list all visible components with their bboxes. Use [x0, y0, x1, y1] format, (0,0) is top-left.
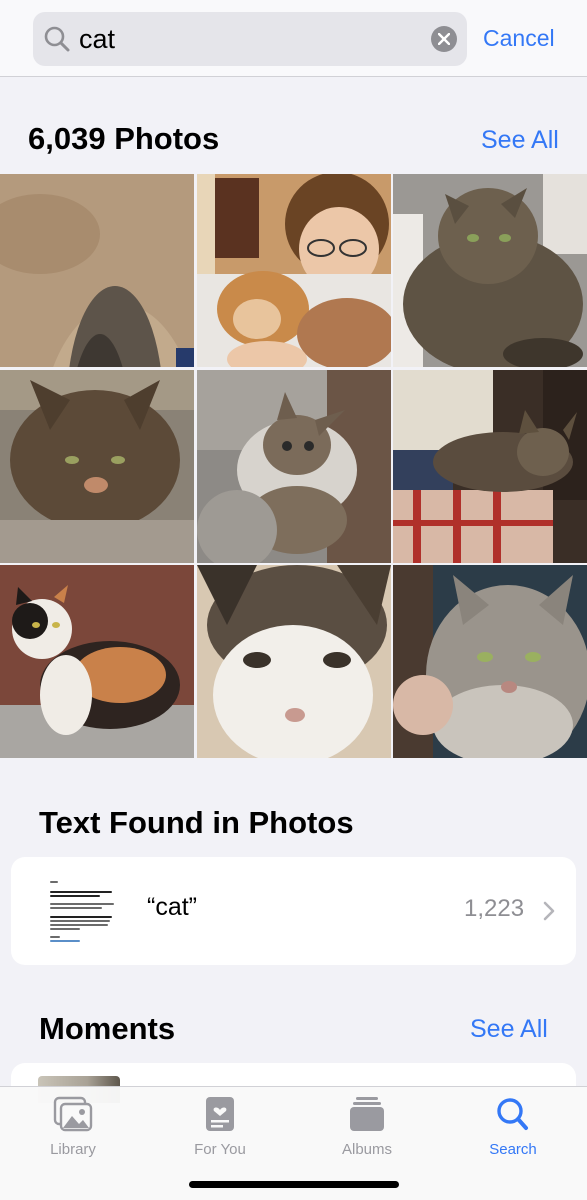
- search-header: cat Cancel: [0, 0, 587, 77]
- photo-thumbnail[interactable]: [0, 565, 194, 758]
- photo-thumbnail[interactable]: [393, 565, 587, 758]
- photo-thumbnail[interactable]: [196, 565, 391, 758]
- close-icon: [438, 33, 450, 45]
- tab-search[interactable]: Search: [458, 1095, 568, 1163]
- search-query-text[interactable]: cat: [79, 23, 115, 55]
- photo-thumbnail[interactable]: [0, 369, 194, 563]
- text-found-title: Text Found in Photos: [39, 805, 354, 840]
- document-thumbnail: [38, 875, 128, 947]
- clear-search-button[interactable]: [431, 26, 457, 52]
- search-field[interactable]: cat: [33, 12, 467, 66]
- text-found-count: 1,223: [464, 895, 525, 922]
- home-indicator: [189, 1181, 399, 1188]
- text-found-query: “cat”: [147, 893, 197, 921]
- tab-library[interactable]: Library: [18, 1095, 128, 1163]
- albums-icon: [350, 1097, 384, 1131]
- tab-albums-label: Albums: [341, 1141, 393, 1158]
- photo-thumbnail[interactable]: [196, 369, 391, 563]
- tab-for-you[interactable]: For You: [165, 1095, 275, 1163]
- chevron-right-icon: [543, 901, 555, 921]
- search-icon: [44, 26, 70, 52]
- photo-thumbnail[interactable]: [0, 174, 194, 367]
- photos-see-all-link[interactable]: See All: [481, 126, 559, 155]
- photo-thumbnail[interactable]: [196, 174, 391, 367]
- moments-title: Moments: [39, 1011, 176, 1046]
- moments-see-all-link[interactable]: See All: [470, 1015, 548, 1044]
- tab-albums[interactable]: Albums: [312, 1095, 422, 1163]
- photo-library-icon: [53, 1096, 93, 1132]
- cancel-button[interactable]: Cancel: [483, 23, 555, 53]
- photo-thumbnail[interactable]: [393, 174, 587, 367]
- tab-search-label: Search: [489, 1141, 537, 1158]
- photo-thumbnail[interactable]: [393, 369, 587, 563]
- text-found-card[interactable]: “cat” 1,223: [11, 857, 576, 965]
- tab-library-label: Library: [50, 1141, 96, 1158]
- tab-for-you-label: For You: [194, 1141, 246, 1158]
- photos-count-title: 6,039 Photos: [28, 121, 220, 156]
- for-you-icon: [206, 1097, 234, 1131]
- photo-grid: [0, 174, 587, 759]
- search-icon: [497, 1098, 528, 1130]
